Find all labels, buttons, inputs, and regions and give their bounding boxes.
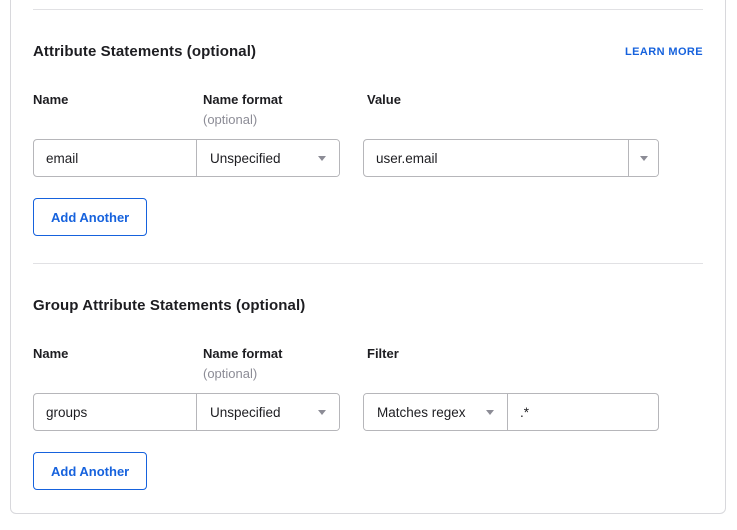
group-attribute-statement-row: Unspecified Matches regex xyxy=(33,393,703,431)
attribute-statement-row: Unspecified xyxy=(33,139,703,177)
dropdown-caret-icon xyxy=(640,156,648,161)
group-attr-name-and-format-group: Unspecified xyxy=(33,393,340,431)
group-attr-filter-value-input[interactable] xyxy=(508,394,658,430)
column-header-name: Name xyxy=(33,346,203,381)
column-header-optional-label: (optional) xyxy=(203,112,367,127)
section-divider xyxy=(33,263,703,264)
attribute-statements-column-headers: Name Name format (optional) Value xyxy=(33,92,703,127)
group-attr-filter-group: Matches regex xyxy=(363,393,659,431)
column-header-name-format-label: Name format xyxy=(203,92,282,107)
group-attribute-statements-header: Group Attribute Statements (optional) xyxy=(33,297,703,314)
learn-more-link[interactable]: LEARN MORE xyxy=(625,43,703,59)
attr-value-input[interactable] xyxy=(364,140,628,176)
group-attr-name-format-selected-value: Unspecified xyxy=(210,405,281,420)
column-header-name: Name xyxy=(33,92,203,127)
group-attribute-statements-column-headers: Name Name format (optional) Filter xyxy=(33,346,703,381)
group-attr-filter-type-selected-value: Matches regex xyxy=(377,405,466,420)
dropdown-caret-icon xyxy=(318,410,326,415)
dropdown-caret-icon xyxy=(318,156,326,161)
attr-name-format-selected-value: Unspecified xyxy=(210,151,281,166)
attr-name-and-format-group: Unspecified xyxy=(33,139,340,177)
attr-name-input[interactable] xyxy=(34,140,197,176)
group-attribute-statements-title: Group Attribute Statements (optional) xyxy=(33,297,305,314)
group-attr-filter-type-select[interactable]: Matches regex xyxy=(364,394,508,430)
attr-value-group xyxy=(363,139,659,177)
add-another-button[interactable]: Add Another xyxy=(33,198,147,236)
attribute-statements-header: Attribute Statements (optional) LEARN MO… xyxy=(33,43,703,60)
saml-settings-card: Attribute Statements (optional) LEARN MO… xyxy=(10,0,726,514)
column-header-name-format: Name format (optional) xyxy=(203,346,367,381)
section-divider xyxy=(33,9,703,10)
column-header-filter: Filter xyxy=(367,346,703,381)
attr-name-format-select[interactable]: Unspecified xyxy=(197,140,339,176)
attr-value-dropdown-button[interactable] xyxy=(628,140,658,176)
dropdown-caret-icon xyxy=(486,410,494,415)
attribute-statements-title: Attribute Statements (optional) xyxy=(33,43,256,60)
add-another-button[interactable]: Add Another xyxy=(33,452,147,490)
column-header-optional-label: (optional) xyxy=(203,366,367,381)
group-attr-name-input[interactable] xyxy=(34,394,197,430)
column-header-name-format: Name format (optional) xyxy=(203,92,367,127)
group-attr-name-format-select[interactable]: Unspecified xyxy=(197,394,339,430)
column-header-value: Value xyxy=(367,92,703,127)
column-header-name-format-label: Name format xyxy=(203,346,282,361)
